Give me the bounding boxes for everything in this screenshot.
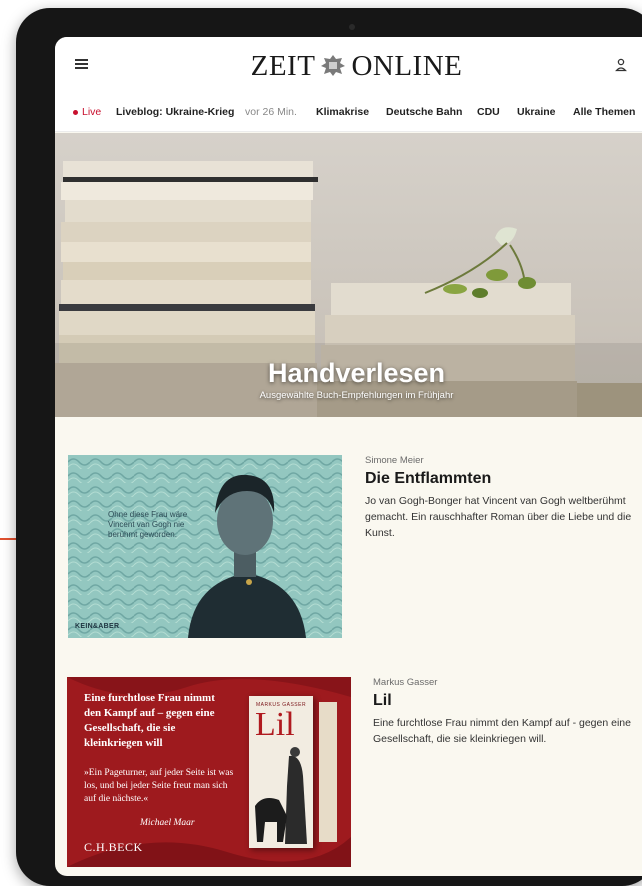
ad-headline: Eine furchtlose Frau nimmt den Kampf auf… (84, 692, 215, 749)
hero-title: Handverlesen (267, 358, 446, 388)
article-image-entflammten[interactable]: Ohne diese Frau wäre Vincent van Gogh ni… (68, 455, 342, 638)
site-header: ZEIT ONLINE (55, 37, 642, 93)
book-cover-lil: MARKUS GASSER Lil (249, 696, 313, 848)
article-title[interactable]: Die Entflammten (365, 470, 642, 488)
nav-liveblog[interactable]: Liveblog: Ukraine-Krieg (116, 106, 234, 118)
ad-quote-author: Michael Maar (140, 818, 195, 828)
book-cover-image (68, 455, 342, 638)
hero-subtitle: Ausgewählte Buch-Empfehlungen im Frühjah… (259, 390, 454, 401)
article-teaser-2[interactable]: Markus Gasser Lil Eine furchtlose Frau n… (373, 677, 642, 747)
cover-publisher: KEIN&ABER (75, 623, 120, 630)
article-teaser-text: Eine furchtlose Frau nimmt den Kampf auf… (373, 717, 631, 745)
camera-icon (349, 24, 355, 30)
live-dot-icon (73, 110, 78, 115)
article-teaser-1[interactable]: Simone Meier Die Entflammten Jo van Gogh… (365, 455, 642, 541)
article-teaser-text: Jo van Gogh-Bonger hat Vincent van Gogh … (365, 495, 632, 539)
logo-zeit: ZEIT (250, 50, 316, 82)
nav-item-cdu[interactable]: CDU (477, 106, 500, 118)
nav-item-alle-themen[interactable]: Alle Themen (573, 106, 635, 118)
article-author: Markus Gasser (373, 677, 438, 688)
crest-icon (321, 55, 346, 76)
article-image-lil[interactable]: Eine furchtlose Frau nimmt den Kampf auf… (67, 677, 351, 867)
ad-quote: »Ein Pageturner, auf jeder Seite ist was… (84, 768, 234, 804)
nav-item-deutsche-bahn[interactable]: Deutsche Bahn (386, 106, 462, 118)
tablet-frame: ZEIT ONLINE Live Liveblog: Ukraine-Krieg… (16, 8, 642, 886)
article-title[interactable]: Lil (373, 692, 642, 710)
accent-line (0, 538, 16, 540)
logo-online: ONLINE (351, 50, 463, 82)
book-illustration (255, 747, 307, 844)
live-label[interactable]: Live (82, 106, 101, 118)
ad-publisher: C.H.BECK (84, 840, 143, 854)
screen: ZEIT ONLINE Live Liveblog: Ukraine-Krieg… (55, 37, 642, 876)
site-logo[interactable]: ZEIT ONLINE (55, 50, 642, 83)
cover-quote: Ohne diese Frau wäre Vincent van Gogh ni… (108, 510, 188, 539)
hero-teaser[interactable]: Handverlesen Ausgewählte Buch-Empfehlung… (55, 133, 642, 417)
user-icon[interactable] (615, 58, 627, 72)
topic-nav: Live Liveblog: Ukraine-Krieg vor 26 Min.… (55, 93, 642, 132)
book-spine (319, 702, 337, 842)
article-author: Simone Meier (365, 455, 424, 466)
nav-item-ukraine[interactable]: Ukraine (517, 106, 556, 118)
nav-liveblog-time: vor 26 Min. (245, 106, 297, 118)
nav-item-klimakrise[interactable]: Klimakrise (316, 106, 369, 118)
